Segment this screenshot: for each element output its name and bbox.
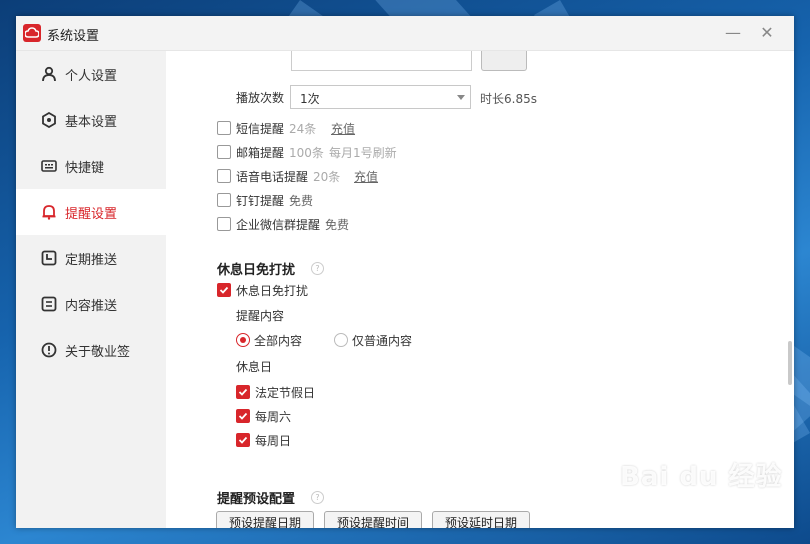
sidebar-item-content-push[interactable]: 内容推送 — [16, 281, 166, 327]
saturday-label: 每周六 — [255, 410, 292, 424]
check-icon — [238, 412, 248, 420]
wecom-free-note: 免费 — [325, 218, 350, 232]
window-title: 系统设置 — [47, 29, 100, 44]
sidebar: 个人设置 基本设置 快捷键 提醒设置 定期推送 内容推送 关于敬业签 — [16, 51, 166, 528]
all-content-radio[interactable] — [236, 333, 250, 347]
watermark-url: jingyan.baidu.com — [620, 495, 731, 509]
dingtalk-reminder-label: 钉钉提醒 — [236, 194, 285, 208]
duration-text: 时长6.85s — [480, 92, 537, 106]
preset-time-button[interactable]: 预设提醒时间 — [324, 511, 422, 528]
playback-count-label: 播放次数 — [236, 91, 285, 105]
voice-recharge-link[interactable]: 充值 — [354, 168, 378, 185]
baidu-watermark: Bai du 经验 jingyan.baidu.com — [620, 456, 783, 509]
sidebar-item-label: 个人设置 — [65, 69, 118, 84]
button-partial[interactable] — [481, 51, 527, 71]
sidebar-item-label: 快捷键 — [65, 161, 105, 176]
sidebar-item-label: 基本设置 — [65, 115, 118, 130]
rest-day-label: 休息日 — [236, 360, 273, 374]
sms-count: 24条 — [289, 122, 317, 136]
title-bar: 系统设置 — ✕ — [16, 16, 794, 51]
normal-content-label: 仅普通内容 — [352, 334, 413, 348]
sidebar-item-label: 关于敬业签 — [65, 345, 131, 360]
keyboard-icon — [41, 160, 57, 172]
reminder-content-label: 提醒内容 — [236, 309, 285, 323]
sunday-checkbox[interactable] — [236, 433, 250, 447]
app-logo-icon — [23, 24, 41, 42]
settings-window: 系统设置 — ✕ 个人设置 基本设置 快捷键 提醒设置 定期推送 内容推送 关于… — [16, 16, 794, 528]
sidebar-item-reminders[interactable]: 提醒设置 — [16, 189, 166, 235]
rest-day-checkbox[interactable] — [217, 283, 231, 297]
scrollbar-thumb[interactable] — [788, 341, 792, 385]
sidebar-item-label: 内容推送 — [65, 299, 118, 314]
email-reminder-label: 邮箱提醒 — [236, 146, 285, 160]
all-content-label: 全部内容 — [254, 334, 303, 348]
voice-reminder-label: 语音电话提醒 — [236, 170, 309, 184]
help-icon[interactable]: ? — [311, 262, 324, 275]
settings-icon — [42, 112, 56, 128]
sms-recharge-link[interactable]: 充值 — [331, 120, 355, 137]
holiday-label: 法定节假日 — [255, 386, 316, 400]
voice-reminder-checkbox[interactable] — [217, 169, 231, 183]
rest-day-section-title: 休息日免打扰 — [217, 263, 296, 278]
sms-reminder-label: 短信提醒 — [236, 122, 285, 136]
schedule-icon — [41, 250, 57, 266]
check-icon — [219, 286, 229, 294]
saturday-checkbox[interactable] — [236, 409, 250, 423]
watermark-brand: Bai du 经验 — [620, 462, 783, 492]
info-icon — [41, 342, 57, 358]
help-icon[interactable]: ? — [311, 491, 324, 504]
wecom-reminder-label: 企业微信群提醒 — [236, 218, 321, 232]
bell-icon — [42, 205, 56, 220]
minimize-button[interactable]: — — [720, 20, 746, 46]
sidebar-item-scheduled-push[interactable]: 定期推送 — [16, 235, 166, 281]
wecom-reminder-checkbox[interactable] — [217, 217, 231, 231]
normal-content-radio[interactable] — [334, 333, 348, 347]
chevron-down-icon — [457, 95, 465, 100]
sidebar-item-shortcuts[interactable]: 快捷键 — [16, 143, 166, 189]
sunday-label: 每周日 — [255, 434, 292, 448]
sms-reminder-checkbox[interactable] — [217, 121, 231, 135]
check-icon — [238, 436, 248, 444]
text-input-partial[interactable] — [291, 51, 472, 71]
close-button[interactable]: ✕ — [754, 20, 780, 46]
check-icon — [238, 388, 248, 396]
sidebar-item-about[interactable]: 关于敬业签 — [16, 327, 166, 373]
person-icon — [42, 66, 56, 82]
preset-delay-button[interactable]: 预设延时日期 — [432, 511, 530, 528]
email-count: 100条 — [289, 146, 324, 160]
holiday-checkbox[interactable] — [236, 385, 250, 399]
voice-count: 20条 — [313, 170, 341, 184]
dingtalk-reminder-checkbox[interactable] — [217, 193, 231, 207]
dingtalk-free-note: 免费 — [289, 194, 314, 208]
sidebar-item-label: 定期推送 — [65, 253, 118, 268]
email-reminder-checkbox[interactable] — [217, 145, 231, 159]
sidebar-item-label: 提醒设置 — [65, 207, 118, 222]
playback-count-select[interactable]: 1次 — [290, 85, 471, 109]
email-refresh-note: 每月1号刷新 — [329, 146, 397, 160]
document-icon — [41, 296, 57, 312]
rest-day-toggle-label: 休息日免打扰 — [236, 284, 309, 298]
preset-date-button[interactable]: 预设提醒日期 — [216, 511, 314, 528]
sidebar-item-basic[interactable]: 基本设置 — [16, 97, 166, 143]
preset-section-title: 提醒预设配置 — [217, 492, 296, 507]
select-value: 1次 — [300, 92, 320, 106]
sidebar-item-personal[interactable]: 个人设置 — [16, 51, 166, 97]
